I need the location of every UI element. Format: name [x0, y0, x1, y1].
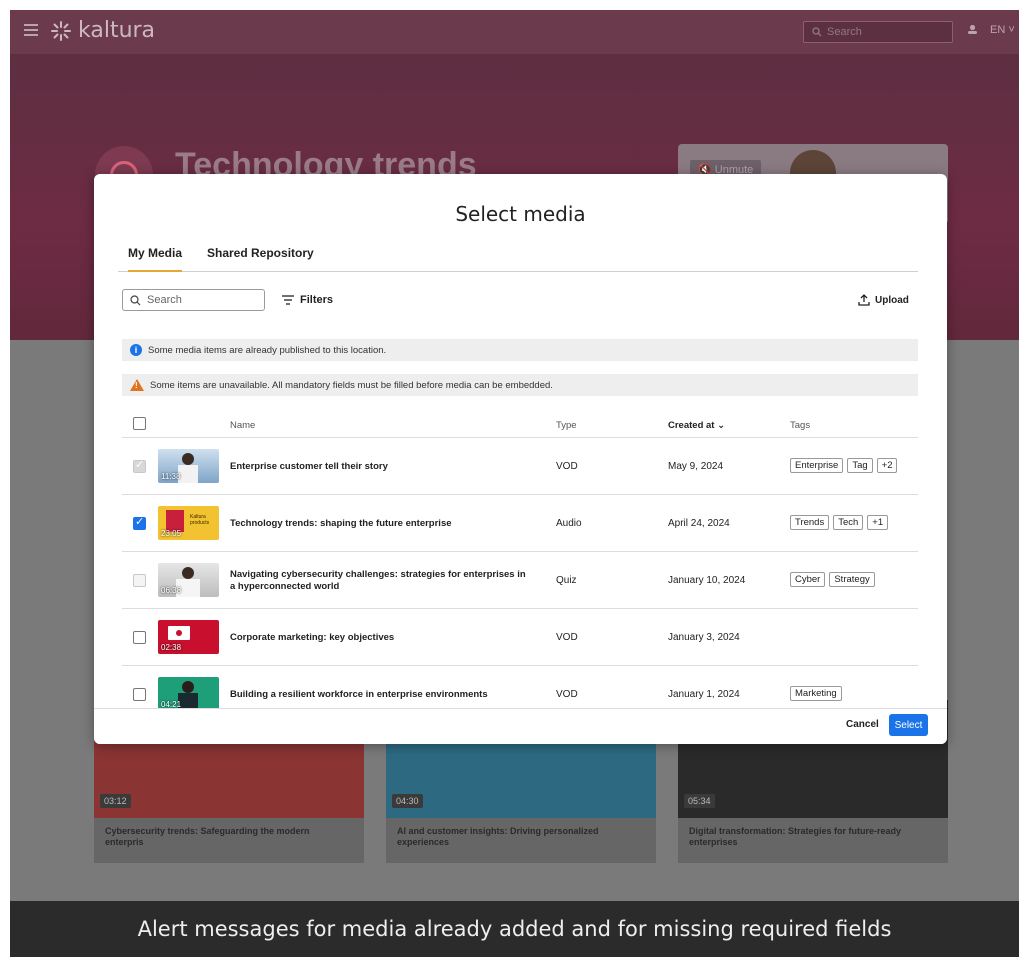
- row-checkbox: [133, 458, 146, 473]
- tab-my-media[interactable]: My Media: [128, 246, 183, 272]
- search-icon: [812, 27, 822, 37]
- tag-badge: Cyber: [790, 572, 826, 587]
- menu-icon[interactable]: [24, 24, 38, 36]
- user-icon[interactable]: [967, 24, 978, 38]
- info-icon: i: [130, 344, 142, 356]
- column-type: Type: [556, 420, 577, 431]
- dialog-footer: Cancel Select: [94, 708, 947, 744]
- filters-label: Filters: [300, 294, 334, 306]
- media-tags: Marketing: [790, 686, 842, 701]
- search-placeholder: Search: [147, 294, 182, 306]
- media-thumbnail: 06:38: [158, 563, 219, 597]
- media-tags: Enterprise Tag +2: [790, 458, 898, 473]
- media-duration: 06:38: [161, 586, 182, 595]
- media-tags: Trends Tech +1: [790, 515, 889, 530]
- select-media-dialog: Select media My Media Shared Repository …: [94, 174, 947, 744]
- tag-more-badge[interactable]: +2: [876, 458, 898, 473]
- row-checkbox[interactable]: [133, 515, 146, 530]
- caption-text: Alert messages for media already added a…: [137, 917, 892, 941]
- tag-badge: Tag: [847, 458, 873, 473]
- media-thumbnail: 02:38: [158, 620, 219, 654]
- search-icon: [130, 294, 141, 305]
- kaltura-burst-icon: [51, 20, 71, 41]
- upload-label: Upload: [875, 294, 909, 306]
- media-duration: 11:38: [161, 472, 181, 481]
- card-title: Cybersecurity trends: Safeguarding the m…: [105, 826, 310, 847]
- tag-badge: Trends: [790, 515, 830, 530]
- language-label: EN: [990, 24, 1006, 36]
- row-checkbox[interactable]: [133, 631, 146, 644]
- media-type: VOD: [556, 461, 578, 472]
- media-name: Enterprise customer tell their story: [230, 461, 388, 472]
- card-title: Digital transformation: Strategies for f…: [689, 826, 902, 847]
- card-title: AI and customer insights: Driving person…: [397, 826, 599, 847]
- tag-badge: Tech: [833, 515, 864, 530]
- tag-badge: Marketing: [790, 686, 842, 701]
- table-row: 06:38 Navigating cybersecurity challenge…: [122, 552, 918, 609]
- info-alert: i Some media items are already published…: [122, 339, 918, 361]
- media-created-date: January 1, 2024: [668, 689, 740, 700]
- caption-bar: Alert messages for media already added a…: [10, 901, 1019, 957]
- media-name: Building a resilient workforce in enterp…: [230, 689, 488, 700]
- app-frame: kaltura Search EN ˅ Technology trends 🔇 …: [10, 10, 1019, 957]
- warning-alert: ! Some items are unavailable. All mandat…: [122, 374, 918, 396]
- warning-icon: !: [130, 379, 144, 391]
- media-duration: 02:38: [161, 643, 182, 652]
- warning-alert-text: Some items are unavailable. All mandator…: [150, 379, 553, 391]
- media-created-date: January 3, 2024: [668, 632, 740, 643]
- header-search-input[interactable]: Search: [803, 21, 953, 43]
- media-type: VOD: [556, 632, 578, 643]
- upload-button[interactable]: Upload: [858, 294, 909, 306]
- table-header: Name Type Created at ⌄ Tags: [122, 410, 918, 438]
- column-tags: Tags: [790, 420, 811, 431]
- table-row[interactable]: 11:38 Enterprise customer tell their sto…: [122, 438, 918, 495]
- media-thumbnail: 04:21: [158, 677, 219, 708]
- media-thumbnail: 11:38: [158, 449, 219, 483]
- tag-badge: Enterprise: [790, 458, 844, 473]
- media-search-input[interactable]: Search: [122, 289, 265, 311]
- card-duration: 05:34: [684, 794, 715, 808]
- media-created-date: April 24, 2024: [668, 518, 730, 529]
- filters-button[interactable]: Filters: [282, 294, 333, 306]
- header-search-placeholder: Search: [827, 26, 862, 38]
- media-tags: Cyber Strategy: [790, 572, 875, 587]
- media-created-date: May 9, 2024: [668, 461, 724, 472]
- info-alert-text: Some media items are already published t…: [148, 344, 387, 356]
- dialog-title: Select media: [455, 202, 586, 226]
- media-duration: 04:21: [161, 700, 182, 708]
- table-row[interactable]: 04:21 Building a resilient workforce in …: [122, 666, 918, 708]
- logo[interactable]: kaltura: [50, 18, 155, 43]
- media-type: Quiz: [556, 575, 577, 586]
- tag-more-badge[interactable]: +1: [867, 515, 889, 530]
- tag-badge: Strategy: [829, 572, 875, 587]
- filter-icon: [282, 295, 294, 305]
- column-name: Name: [230, 420, 256, 431]
- row-checkbox: [133, 574, 146, 587]
- media-name: Navigating cybersecurity challenges: str…: [230, 569, 526, 592]
- column-created-label: Created at: [668, 420, 715, 431]
- cancel-button[interactable]: Cancel: [846, 719, 879, 730]
- media-name: Corporate marketing: key objectives: [230, 632, 395, 643]
- media-created-date: January 10, 2024: [668, 575, 746, 586]
- media-thumbnail: Kaltura products 23:05: [158, 506, 219, 540]
- card-duration: 03:12: [100, 794, 131, 808]
- logo-text: kaltura: [78, 18, 156, 43]
- tab-shared-repository[interactable]: Shared Repository: [207, 246, 314, 270]
- media-type: VOD: [556, 689, 578, 700]
- select-all-checkbox[interactable]: [133, 417, 146, 430]
- select-button[interactable]: Select: [889, 714, 928, 736]
- language-selector[interactable]: EN ˅: [990, 24, 1015, 36]
- top-header: kaltura Search EN ˅: [10, 10, 1019, 54]
- column-created-at[interactable]: Created at ⌄: [668, 420, 725, 431]
- media-duration: 23:05: [161, 529, 182, 538]
- media-list: 11:38 Enterprise customer tell their sto…: [122, 438, 918, 708]
- table-row[interactable]: Kalturaproducts 23:05 Technology trends:…: [122, 495, 918, 552]
- table-row[interactable]: 02:38 Corporate marketing: key objective…: [122, 609, 918, 666]
- row-checkbox[interactable]: [133, 688, 146, 701]
- tab-bar: My Media Shared Repository: [118, 244, 918, 272]
- card-duration: 04:30: [392, 794, 423, 808]
- media-name: Technology trends: shaping the future en…: [230, 518, 452, 529]
- upload-icon: [858, 294, 870, 306]
- media-type: Audio: [556, 518, 582, 529]
